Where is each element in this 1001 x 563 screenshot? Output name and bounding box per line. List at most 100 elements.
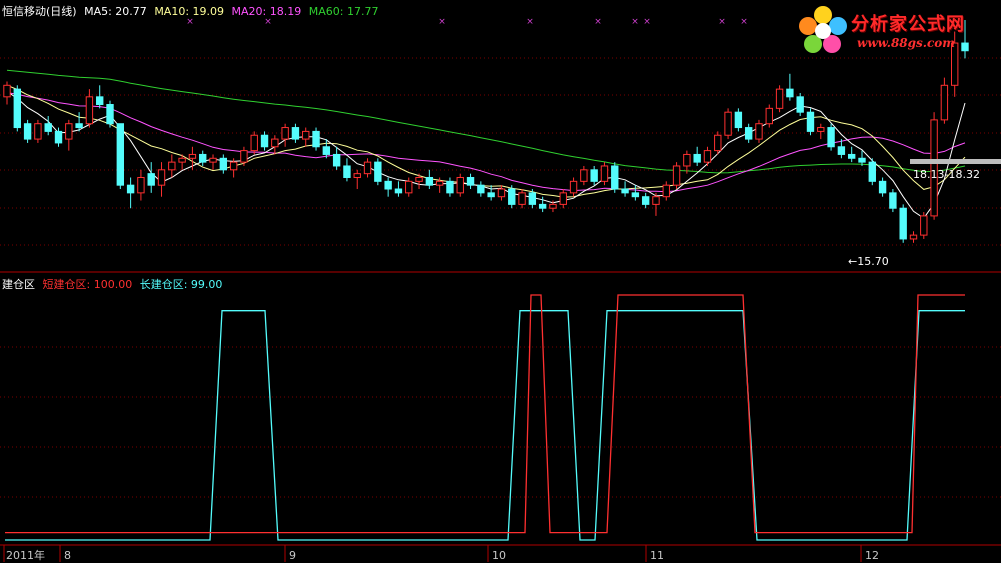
candle-body xyxy=(75,123,83,129)
candle-body xyxy=(147,173,155,186)
candle-body xyxy=(54,130,63,144)
signal-marker: × xyxy=(594,17,602,27)
candle-body xyxy=(353,173,361,178)
candle-body xyxy=(744,127,753,140)
candle-body xyxy=(466,176,475,186)
candle-body xyxy=(714,134,722,152)
candle-body xyxy=(415,176,423,182)
candle-body xyxy=(487,192,495,198)
candle-body xyxy=(405,180,413,194)
candle-body xyxy=(631,192,640,198)
x-tick-label: 8 xyxy=(64,549,71,562)
candle-body xyxy=(302,130,310,140)
candle-body xyxy=(652,196,660,205)
signal-marker: × xyxy=(438,17,446,27)
candle-body xyxy=(518,192,526,205)
candle-body xyxy=(106,104,114,125)
candle-body xyxy=(394,188,403,194)
watermark-url: www.88gs.com xyxy=(857,36,955,50)
signal-marker: × xyxy=(718,17,726,27)
candle-body xyxy=(899,207,907,240)
candle-body xyxy=(940,84,949,121)
candle-body xyxy=(271,138,279,148)
candle-body xyxy=(260,134,269,148)
candle-body xyxy=(168,161,176,171)
candle-body xyxy=(332,153,341,167)
long-zone-label: 长建仓区: 99.00 xyxy=(139,278,223,291)
candle-body xyxy=(291,127,300,140)
candle-body xyxy=(528,192,537,205)
candle-body xyxy=(662,184,670,198)
candle-body xyxy=(508,188,516,205)
candle-body xyxy=(786,88,794,98)
candle-body xyxy=(3,84,11,98)
candle-body xyxy=(250,134,258,152)
candle-body xyxy=(116,123,125,186)
candle-body xyxy=(44,123,52,132)
candle-body xyxy=(199,153,207,163)
candle-body xyxy=(312,130,320,148)
candle-body xyxy=(683,153,691,167)
ma10-label: MA10: 19.09 xyxy=(154,5,225,18)
candle-body xyxy=(580,169,588,182)
candle-body xyxy=(188,153,197,159)
candle-body xyxy=(868,161,876,182)
candle-body xyxy=(765,107,773,125)
candle-body xyxy=(497,188,506,198)
candle-body xyxy=(724,111,732,136)
signal-marker: × xyxy=(643,17,651,27)
candle-body xyxy=(611,165,619,190)
x-tick-label: 12 xyxy=(865,549,879,562)
candle-body xyxy=(126,184,135,194)
candle-body xyxy=(889,192,897,209)
candle-body xyxy=(817,127,825,132)
signal-marker: × xyxy=(631,17,639,27)
candle-body xyxy=(281,127,289,140)
candle-body xyxy=(641,196,650,205)
candle-body xyxy=(600,165,609,182)
candle-body xyxy=(209,157,217,163)
candle-body xyxy=(621,188,629,194)
candle-body xyxy=(837,146,846,155)
candle-body xyxy=(827,127,835,148)
range-label: 18.13-18.32 xyxy=(913,168,980,181)
low-price-label: ←15.70 xyxy=(848,255,889,268)
candle-body xyxy=(775,88,784,109)
candle-body xyxy=(909,234,918,240)
range-bar xyxy=(910,159,1001,164)
ma20-label: MA20: 18.19 xyxy=(231,5,302,18)
candle-body xyxy=(734,111,743,129)
sub-chart-header: 建仓区 短建仓区: 100.00 长建仓区: 99.00 xyxy=(2,276,222,292)
candle-body xyxy=(65,123,73,140)
candle-body xyxy=(878,180,887,194)
candle-body xyxy=(456,176,464,194)
candle-body xyxy=(549,203,557,209)
signal-marker: × xyxy=(526,17,534,27)
candle-body xyxy=(363,161,372,175)
candle-body xyxy=(703,150,712,163)
x-tick-label: 2011年 xyxy=(6,548,45,562)
candle-body xyxy=(96,96,104,106)
x-tick-label: 9 xyxy=(289,549,296,562)
short-zone-label: 短建仓区: 100.00 xyxy=(42,278,133,291)
candle-body xyxy=(425,176,434,186)
candle-body xyxy=(847,153,856,159)
candle-body xyxy=(559,192,567,205)
candle-body xyxy=(137,176,145,194)
main-chart-header: 恒信移动(日线) MA5: 20.77 MA10: 19.09 MA20: 18… xyxy=(2,3,378,19)
candle-body xyxy=(34,123,42,140)
candle-body xyxy=(569,180,578,194)
candle-body xyxy=(796,96,804,113)
candle-body xyxy=(343,165,351,178)
candle-body xyxy=(858,157,866,163)
x-tick-label: 11 xyxy=(650,549,664,562)
candle-body xyxy=(219,157,228,171)
x-tick-label: 10 xyxy=(492,549,506,562)
stock-title: 恒信移动(日线) xyxy=(2,5,77,18)
candle-body xyxy=(178,157,186,163)
ma5-label: MA5: 20.77 xyxy=(84,5,147,18)
candle-body xyxy=(384,180,392,190)
candle-body xyxy=(435,180,444,186)
candle-body xyxy=(755,123,763,140)
watermark-title: 分析家公式网 xyxy=(851,14,965,35)
